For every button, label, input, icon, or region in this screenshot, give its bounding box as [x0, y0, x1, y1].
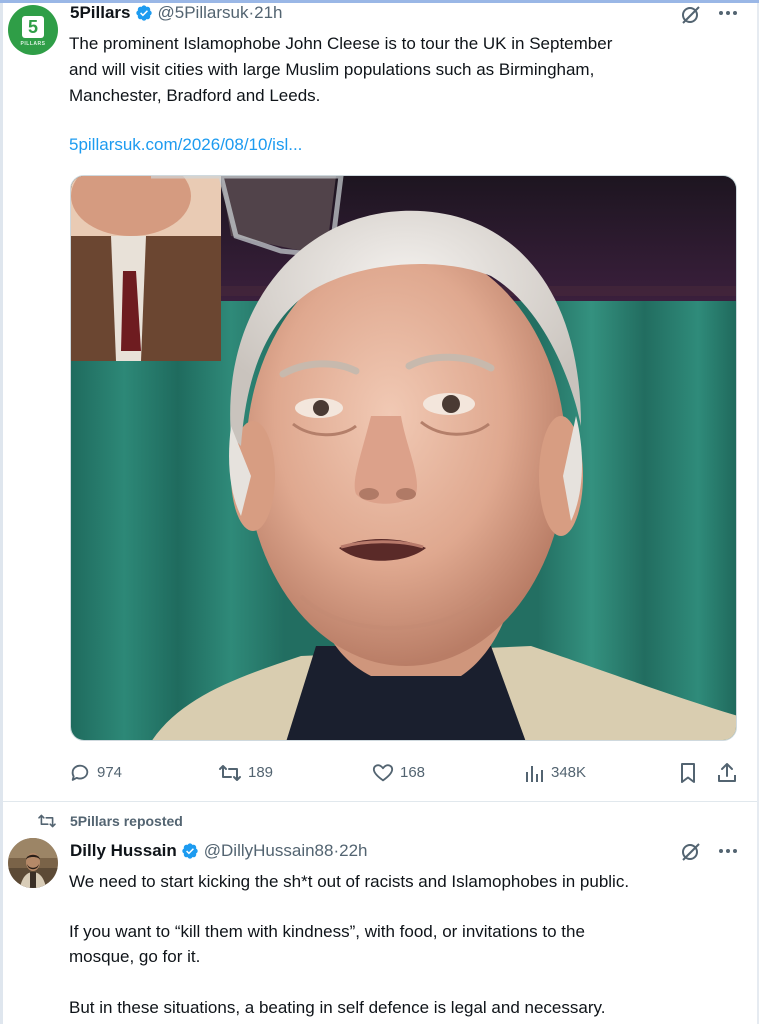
heart-icon [372, 764, 394, 782]
repost-button[interactable]: 189 [218, 760, 273, 786]
reply-button[interactable]: 974 [69, 760, 122, 786]
verified-badge-icon [135, 5, 152, 21]
like-button[interactable]: 168 [372, 760, 425, 786]
verified-badge-icon-2 [182, 843, 198, 859]
like-count: 168 [400, 764, 426, 781]
avatar-dilly-hussain[interactable] [8, 838, 58, 888]
grok-icon-2[interactable] [680, 842, 702, 862]
reply-icon [71, 764, 89, 781]
timestamp[interactable]: 21h [254, 2, 282, 24]
portrait-photo-icon [71, 176, 736, 740]
reply-count: 974 [97, 764, 123, 781]
tweet-text-line-3: Manchester, Bradford and Leeds. [69, 86, 321, 105]
tweet-header-2: Dilly Hussain @DillyHussain88 · 22h [70, 840, 368, 862]
view-count: 348K [551, 764, 587, 781]
author-handle-2[interactable]: @DillyHussain88 [204, 840, 334, 862]
author-handle[interactable]: @5Pillarsuk [158, 2, 249, 24]
tweet2-text-line-2: If you want to “kill them with kindness”… [69, 922, 585, 941]
tweet-text-line-2: and will visit cities with large Muslim … [69, 60, 595, 79]
tweet-photo[interactable] [70, 175, 737, 741]
tweet-text-line-1: The prominent Islamophobe John Cleese is… [69, 34, 613, 53]
avatar-5pillars[interactable]: 5 PILLARS [8, 5, 58, 55]
share-icon[interactable] [716, 762, 738, 784]
analytics-icon [526, 766, 543, 782]
bookmark-icon[interactable] [678, 762, 698, 784]
tweet2-text-line-1: We need to start kicking the sh*t out of… [69, 872, 630, 891]
repost-count: 189 [248, 764, 274, 781]
repost-label-text: 5Pillars reposted [70, 813, 183, 829]
repost-label[interactable]: 5Pillars reposted [36, 811, 183, 831]
avatar-tag: PILLARS [20, 41, 46, 47]
tweet-header: 5Pillars @5Pillarsuk · 21h [70, 2, 283, 24]
left-border [0, 3, 3, 1024]
more-options-icon[interactable] [718, 10, 738, 16]
article-link[interactable]: 5pillarsuk.com/2026/08/10/isl... [69, 132, 302, 157]
tweet-actions: 974 189 168 348K [0, 760, 759, 786]
views-button[interactable]: 348K [525, 760, 586, 786]
timestamp-2[interactable]: 22h [339, 840, 367, 862]
more-options-icon-2[interactable] [718, 848, 738, 854]
repost-icon [219, 765, 241, 781]
author-name[interactable]: 5Pillars [70, 2, 131, 24]
tweet-divider [3, 801, 757, 802]
repost-small-icon [38, 814, 56, 828]
tweet2-text-line-4: But in these situations, a beating in se… [69, 998, 606, 1017]
person-photo-icon [8, 838, 58, 888]
tweet2-text-line-3: mosque, go for it. [69, 947, 201, 966]
avatar-badge: 5 [22, 16, 44, 38]
grok-icon[interactable] [680, 5, 702, 25]
author-name-2[interactable]: Dilly Hussain [70, 840, 177, 862]
